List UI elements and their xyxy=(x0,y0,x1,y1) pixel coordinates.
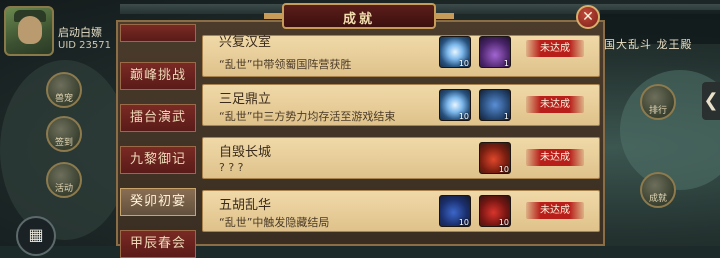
ranking-button[interactable]: 排行 xyxy=(640,84,676,120)
achievement-button-label: 成就 xyxy=(648,194,667,204)
activity-button[interactable]: 活动 xyxy=(46,162,82,198)
avatar-face xyxy=(18,16,42,44)
pet-button-label: 兽宠 xyxy=(54,94,73,104)
pet-button[interactable]: 兽宠 xyxy=(46,72,82,108)
banner-right-ornament xyxy=(436,13,454,19)
panel-title: 成就 xyxy=(342,12,375,27)
status-badge: 未达成 xyxy=(526,202,584,219)
reward-count: 10 xyxy=(458,59,469,68)
reward-count: 1 xyxy=(503,59,509,68)
status-badge: 未达成 xyxy=(526,149,584,166)
tab-top-partial[interactable] xyxy=(120,24,196,42)
player-name: 启动白嫖 xyxy=(58,26,102,39)
crystal-icon[interactable]: 10 xyxy=(439,89,471,121)
book-icon[interactable]: 1 xyxy=(479,89,511,121)
achievement-name: 五胡乱华 xyxy=(219,198,272,213)
title-banner: 成就 xyxy=(264,3,454,29)
tab-peak-challenge[interactable]: 巅峰挑战 xyxy=(120,62,196,90)
status-badge: 未达成 xyxy=(526,96,584,113)
expand-arrow-icon[interactable]: ❮ xyxy=(702,82,720,120)
purple-item-icon[interactable]: 1 xyxy=(479,36,511,68)
tab-jiuli[interactable]: 九黎御记 xyxy=(120,146,196,174)
achievement-desc: “乱世”中带领蜀国阵营获胜 xyxy=(219,58,352,71)
tab-arena[interactable]: 擂台演武 xyxy=(120,104,196,132)
fruit-icon[interactable]: 10 xyxy=(479,142,511,174)
reward-count: 10 xyxy=(498,218,509,227)
reward-count: 10 xyxy=(458,218,469,227)
right-hud-text: 国大乱斗 龙王殿 xyxy=(604,38,693,51)
signin-button[interactable]: 签到 xyxy=(46,116,82,152)
achievement-button[interactable]: 成就 xyxy=(640,172,676,208)
achievement-name: 自毁长城 xyxy=(219,145,272,160)
achievement-name: 兴复汉室 xyxy=(219,35,272,50)
red-fruit-icon[interactable]: 10 xyxy=(479,195,511,227)
ranking-button-label: 排行 xyxy=(648,106,667,116)
reward-count: 10 xyxy=(458,112,469,121)
achievement-name: 三足鼎立 xyxy=(219,92,272,107)
achievement-desc: “乱世”中触发隐藏结局 xyxy=(219,216,330,229)
status-badge: 未达成 xyxy=(526,40,584,57)
blue-fruit-icon[interactable]: 10 xyxy=(439,195,471,227)
tab-jiachen-spring[interactable]: 甲辰春会 xyxy=(120,230,196,258)
banner-left-ornament xyxy=(264,13,282,19)
signin-button-label: 签到 xyxy=(54,138,73,148)
crystal-icon[interactable]: 10 xyxy=(439,36,471,68)
achievement-desc: “乱世”中三方势力均存活至游戏结束 xyxy=(219,110,396,123)
player-uid: UID 23571 xyxy=(58,40,111,51)
player-avatar[interactable] xyxy=(4,6,54,56)
chat-icon[interactable]: ▦ xyxy=(16,216,56,256)
reward-count: 10 xyxy=(498,165,509,174)
tab-guimao-feast[interactable]: 癸卯初宴 xyxy=(120,188,196,216)
close-button[interactable]: ✕ xyxy=(576,5,600,29)
activity-button-label: 活动 xyxy=(54,184,73,194)
achievement-desc: ? ? ? xyxy=(219,161,244,174)
reward-count: 1 xyxy=(503,112,509,121)
